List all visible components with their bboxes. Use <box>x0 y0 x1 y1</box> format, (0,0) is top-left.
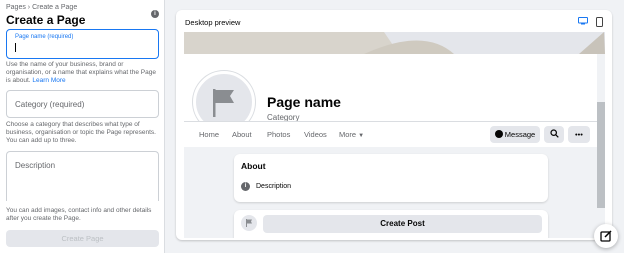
create-post-card: Create Post <box>234 210 548 238</box>
cover-photo <box>184 32 605 54</box>
page-title: Create a Page <box>6 13 86 27</box>
about-description: Description <box>256 183 292 190</box>
post-avatar <box>241 215 257 231</box>
messenger-icon <box>494 130 503 138</box>
desktop-icon[interactable] <box>578 17 588 25</box>
tab-videos[interactable]: Videos <box>304 130 327 139</box>
preview-page-name: Page name <box>267 94 341 110</box>
search-button[interactable] <box>544 126 564 143</box>
about-title: About <box>241 161 266 171</box>
compose-button[interactable] <box>594 224 618 248</box>
tab-more[interactable]: More ▼ <box>339 130 364 139</box>
about-card: About i Description <box>234 154 548 202</box>
page-nav: Home About Photos Videos More ▼ Message •… <box>184 121 597 147</box>
preview-scrollbar[interactable] <box>597 102 605 208</box>
breadcrumb[interactable]: Pages › Create a Page <box>6 4 77 11</box>
category-field[interactable]: Category (required) <box>6 90 159 118</box>
flag-icon <box>246 219 252 227</box>
learn-more-link[interactable]: Learn More <box>32 77 65 84</box>
tab-about[interactable]: About <box>232 130 252 139</box>
description-placeholder: Description <box>15 161 56 170</box>
edit-icon <box>600 230 612 242</box>
page-name-help: Use the name of your business, brand or … <box>6 61 156 84</box>
create-post-button[interactable]: Create Post <box>263 215 542 233</box>
search-icon <box>549 129 559 138</box>
preview-title: Desktop preview <box>185 18 241 27</box>
category-help: Choose a category that describes what ty… <box>6 121 156 144</box>
description-field[interactable]: Description <box>6 151 159 201</box>
message-button[interactable]: Message <box>490 126 540 143</box>
bottom-help: You can add images, contact info and oth… <box>6 207 152 222</box>
mobile-icon[interactable] <box>596 17 603 27</box>
tab-photos[interactable]: Photos <box>267 130 290 139</box>
page-name-label: Page name (required) <box>15 34 74 40</box>
create-page-button[interactable]: Create Page <box>6 230 159 247</box>
more-dots-icon: ••• <box>575 130 583 139</box>
preview-card: Desktop preview Page name Category Home <box>176 10 612 240</box>
info-icon[interactable]: i <box>151 10 159 18</box>
tab-home[interactable]: Home <box>199 130 219 139</box>
info-icon: i <box>241 182 250 191</box>
create-page-panel: Pages › Create a Page Create a Page i Pa… <box>0 0 165 253</box>
text-caret <box>15 43 16 52</box>
more-options-button[interactable]: ••• <box>568 126 590 143</box>
page-name-field[interactable]: Page name (required) <box>6 29 159 59</box>
chevron-down-icon: ▼ <box>358 133 365 139</box>
page-preview-frame: Page name Category Home About Photos Vid… <box>184 32 605 238</box>
category-placeholder: Category (required) <box>15 100 85 109</box>
